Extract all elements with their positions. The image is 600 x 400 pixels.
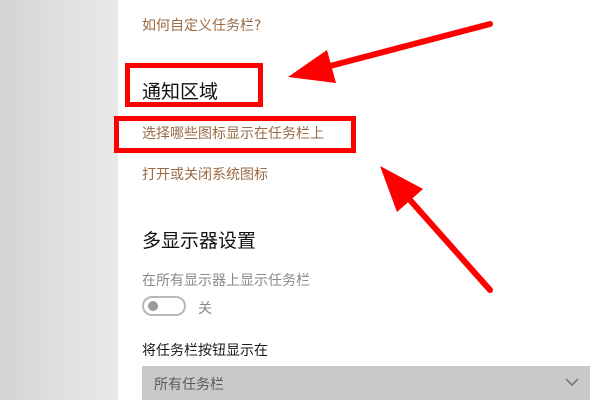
toggle-state-label: 关 — [198, 301, 212, 317]
taskbar-buttons-dropdown[interactable]: 所有任务栏 — [142, 366, 590, 400]
show-on-all-displays-toggle[interactable] — [142, 296, 186, 316]
taskbar-settings-panel: 如何自定义任务栏? 通知区域 选择哪些图标显示在任务栏上 打开或关闭系统图标 多… — [0, 0, 600, 400]
taskbar-buttons-label: 将任务栏按钮显示在 — [142, 343, 268, 359]
show-on-all-displays-label: 在所有显示器上显示任务栏 — [142, 273, 310, 289]
system-icons-link[interactable]: 打开或关闭系统图标 — [142, 164, 268, 184]
chevron-down-icon — [565, 378, 579, 387]
customize-taskbar-link[interactable]: 如何自定义任务栏? — [142, 15, 261, 35]
dropdown-selected-value: 所有任务栏 — [154, 377, 224, 393]
multi-display-heading: 多显示器设置 — [142, 230, 257, 252]
notification-area-heading: 通知区域 — [142, 81, 219, 103]
toggle-knob — [148, 301, 158, 311]
select-taskbar-icons-link[interactable]: 选择哪些图标显示在任务栏上 — [142, 123, 324, 143]
